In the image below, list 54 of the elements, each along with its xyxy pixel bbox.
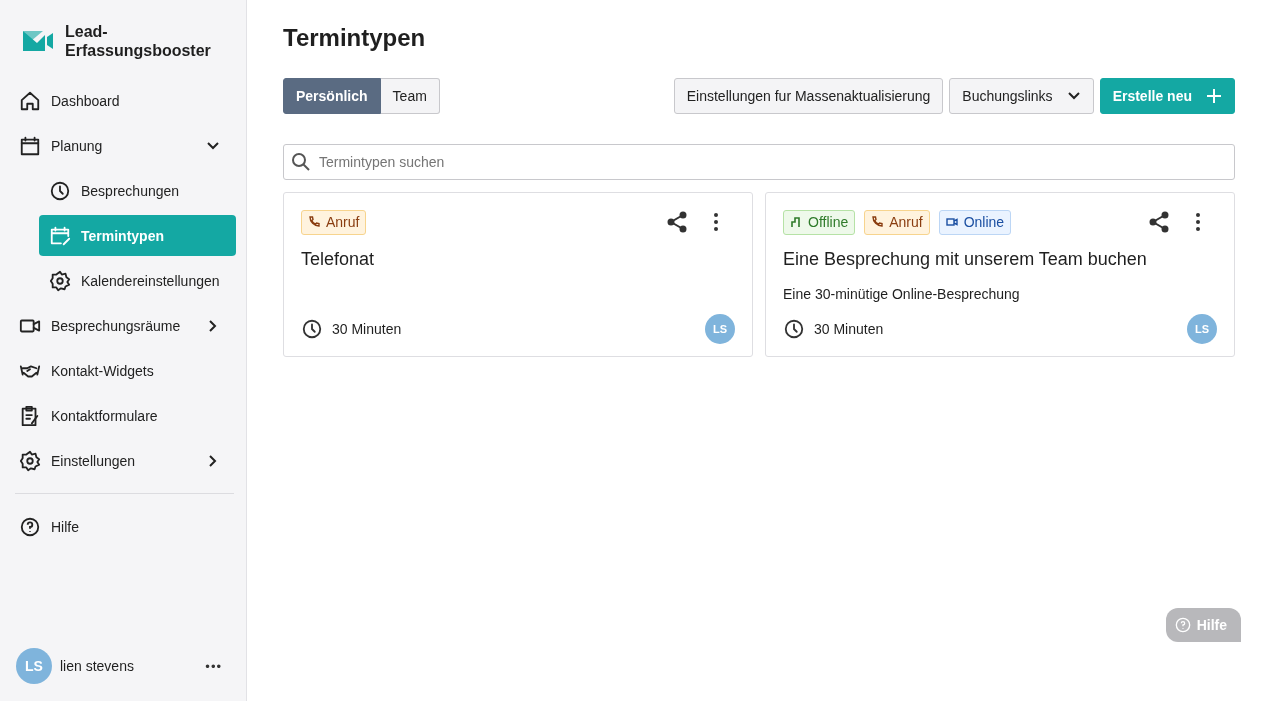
offline-tag: Offline: [783, 209, 856, 235]
phone-icon: [308, 216, 320, 228]
building-icon: [790, 216, 802, 228]
calendar-icon: [19, 134, 41, 157]
home-icon: [19, 89, 41, 112]
booking-links-dropdown[interactable]: Buchungslinks: [949, 78, 1094, 114]
phone-icon: [871, 216, 884, 228]
gear-icon: [49, 269, 71, 292]
nav-item[interactable]: Kontaktformulare: [13, 395, 236, 436]
nav-item[interactable]: Dashboard: [13, 80, 236, 121]
calendar-edit-icon: [49, 224, 71, 247]
more-vertical-icon[interactable]: [1195, 212, 1201, 232]
search-field[interactable]: Termintypen suchen: [283, 144, 1235, 180]
more-button[interactable]: •••: [205, 658, 222, 674]
clock-icon: [49, 179, 71, 202]
clock-icon: [783, 318, 805, 340]
owner-avatar: LS: [705, 314, 735, 344]
video-icon: [945, 216, 958, 228]
logo-icon: [23, 31, 53, 51]
card-description: Eine 30-minütige Online-Besprechung: [783, 286, 1021, 302]
call-tag: Anruf: [864, 209, 930, 235]
brand-name: Lead-Erfassungsbooster: [65, 22, 212, 60]
share-icon[interactable]: [666, 211, 688, 233]
search-icon: [291, 152, 311, 172]
user-avatar: LS: [16, 648, 52, 684]
duration-text: 30 Minuten: [814, 321, 884, 337]
duration-text: 30 Minuten: [332, 321, 402, 337]
online-tag: Online: [938, 209, 1012, 235]
event-type-card[interactable]: Offline Anruf Online Eine Besprechung mit unserem Team buchen Eine 30-minütige Online-Besprechung 30 Minuten LS: [765, 192, 1235, 357]
card-title: Telefonat: [301, 249, 376, 270]
clipboard-icon: [19, 404, 41, 427]
nav-item[interactable]: Planung: [13, 125, 236, 166]
nav-item[interactable]: Besprechungen: [39, 170, 236, 211]
user-name: lien stevens: [60, 658, 135, 674]
nav-item[interactable]: Einstellungen: [13, 440, 236, 481]
nav-item[interactable]: Kalendereinstellungen: [39, 260, 236, 301]
more-vertical-icon[interactable]: [713, 212, 719, 232]
plus-icon: [1206, 88, 1222, 104]
page-title: Termintypen: [283, 24, 427, 52]
nav-item[interactable]: Besprechungsräume: [13, 305, 236, 346]
gear-icon: [19, 449, 41, 472]
owner-avatar: LS: [1187, 314, 1217, 344]
card-title: Eine Besprechung mit unserem Team buchen: [783, 249, 1148, 270]
tab[interactable]: Team: [380, 78, 440, 114]
help-icon: [1174, 617, 1191, 633]
clock-icon: [301, 318, 323, 340]
share-icon[interactable]: [1148, 211, 1170, 233]
bulk-settings-button[interactable]: Einstellungen fur Massenaktualisierung: [673, 78, 944, 114]
event-type-card[interactable]: Anruf Telefonat 30 Minuten LS: [283, 192, 753, 357]
help-link[interactable]: Hilfe: [13, 506, 236, 547]
help-icon: [19, 515, 41, 538]
tab[interactable]: Persönlich: [283, 78, 381, 114]
nav-item[interactable]: Kontakt-Widgets: [13, 350, 236, 391]
call-tag: Anruf: [301, 209, 367, 235]
